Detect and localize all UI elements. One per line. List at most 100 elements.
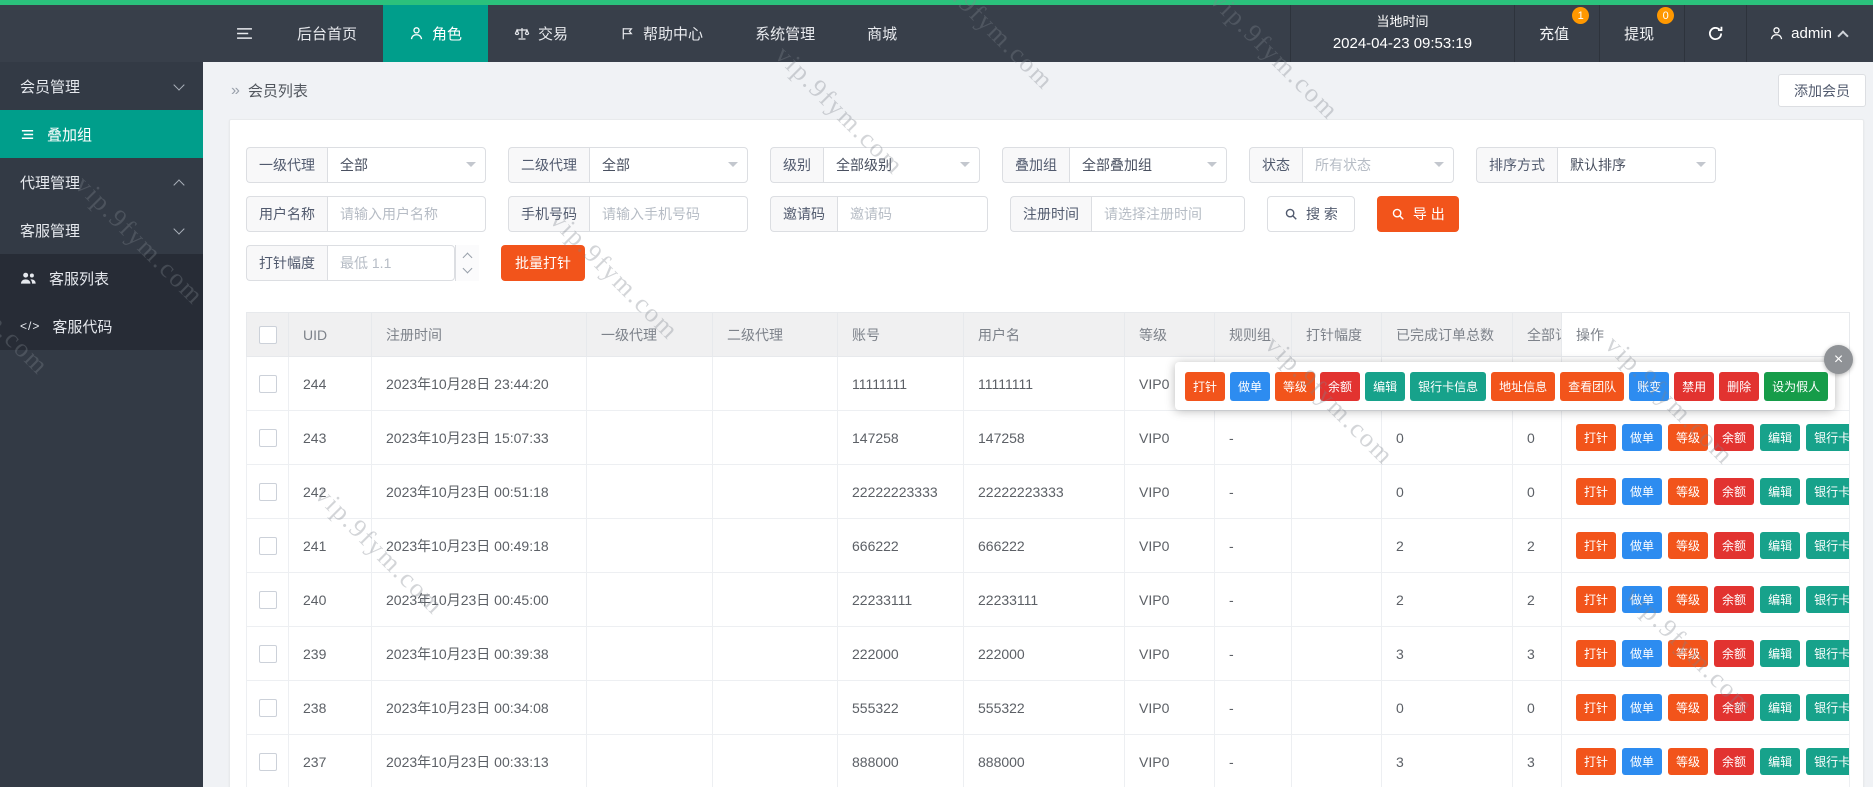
nav-menu-item[interactable]: 后台首页	[271, 0, 383, 62]
popup-action-button[interactable]: 编辑	[1365, 372, 1405, 401]
row-action-button[interactable]: 银行卡信息	[1806, 640, 1849, 667]
nav-menu-item[interactable]: 商城	[841, 0, 923, 62]
row-action-button[interactable]: 等级	[1668, 478, 1708, 505]
row-action-button[interactable]: 银行卡信息	[1806, 694, 1849, 721]
row-action-button[interactable]: 打针	[1576, 694, 1616, 721]
popup-action-button[interactable]: 银行卡信息	[1410, 372, 1486, 401]
row-action-button[interactable]: 余额	[1714, 424, 1754, 451]
row-action-button[interactable]: 余额	[1714, 748, 1754, 775]
row-action-button[interactable]: 余额	[1714, 478, 1754, 505]
row-action-button[interactable]: 做单	[1622, 694, 1662, 721]
row-action-button[interactable]: 余额	[1714, 640, 1754, 667]
row-checkbox[interactable]	[259, 375, 277, 393]
row-action-button[interactable]: 银行卡信息	[1806, 748, 1849, 775]
stepper-down-icon[interactable]	[463, 264, 473, 274]
refresh-button[interactable]	[1684, 0, 1746, 62]
withdraw-button[interactable]: 提现 0	[1599, 0, 1684, 62]
select-all-checkbox[interactable]	[259, 326, 277, 344]
row-action-button[interactable]: 打针	[1576, 424, 1616, 451]
sidebar-item[interactable]: 代理管理	[0, 158, 203, 206]
search-button[interactable]: 搜 索	[1267, 196, 1355, 232]
recharge-button[interactable]: 充值 1	[1514, 0, 1599, 62]
needle-range-input[interactable]: 最低 1.1	[327, 245, 455, 281]
popup-action-button[interactable]: 设为假人	[1764, 372, 1828, 401]
row-action-button[interactable]: 做单	[1622, 640, 1662, 667]
search-button-label: 搜 索	[1306, 204, 1338, 224]
batch-needle-button[interactable]: 批量打针	[501, 245, 585, 281]
row-checkbox[interactable]	[259, 699, 277, 717]
row-action-button[interactable]: 打针	[1576, 586, 1616, 613]
row-action-button[interactable]: 编辑	[1760, 640, 1800, 667]
popup-action-button[interactable]: 账变	[1629, 372, 1669, 401]
row-checkbox[interactable]	[259, 429, 277, 447]
row-action-button[interactable]: 做单	[1622, 532, 1662, 559]
sidebar-item[interactable]: 客服管理	[0, 206, 203, 254]
row-checkbox[interactable]	[259, 753, 277, 771]
row-action-button[interactable]: 做单	[1622, 586, 1662, 613]
popup-action-button[interactable]: 余额	[1320, 372, 1360, 401]
row-action-button[interactable]: 做单	[1622, 478, 1662, 505]
sidebar-item[interactable]: 客服列表	[0, 254, 203, 302]
row-action-button[interactable]: 打针	[1576, 532, 1616, 559]
row-checkbox[interactable]	[259, 591, 277, 609]
popup-action-button[interactable]: 地址信息	[1491, 372, 1555, 401]
sidebar-item[interactable]: 会员管理	[0, 62, 203, 110]
row-action-button[interactable]: 编辑	[1760, 586, 1800, 613]
filter-select[interactable]: 默认排序	[1557, 147, 1716, 183]
filter-input[interactable]: 请选择注册时间	[1091, 196, 1245, 232]
row-action-button[interactable]: 编辑	[1760, 694, 1800, 721]
filter-select[interactable]: 全部叠加组	[1069, 147, 1227, 183]
row-action-button[interactable]: 余额	[1714, 694, 1754, 721]
popup-action-button[interactable]: 查看团队	[1560, 372, 1624, 401]
row-action-button[interactable]: 编辑	[1760, 424, 1800, 451]
filter-input[interactable]: 邀请码	[837, 196, 988, 232]
row-action-button[interactable]: 银行卡信息	[1806, 532, 1849, 559]
nav-menu-item[interactable]: 角色	[383, 0, 488, 62]
row-action-button[interactable]: 做单	[1622, 748, 1662, 775]
row-action-button[interactable]: 编辑	[1760, 748, 1800, 775]
nav-menu-item[interactable]: 帮助中心	[594, 0, 729, 62]
row-action-button[interactable]: 等级	[1668, 424, 1708, 451]
popup-action-button[interactable]: 禁用	[1674, 372, 1714, 401]
row-action-button[interactable]: 余额	[1714, 586, 1754, 613]
nav-menu-item[interactable]: 交易	[488, 0, 594, 62]
popup-close-button[interactable]: ×	[1824, 345, 1853, 374]
row-checkbox[interactable]	[259, 645, 277, 663]
row-action-button[interactable]: 编辑	[1760, 478, 1800, 505]
row-action-button[interactable]: 等级	[1668, 532, 1708, 559]
row-checkbox[interactable]	[259, 537, 277, 555]
export-button[interactable]: 导 出	[1377, 196, 1459, 232]
nav-menu-item[interactable]: 系统管理	[729, 0, 841, 62]
admin-menu[interactable]: admin	[1746, 0, 1873, 62]
row-action-button[interactable]: 等级	[1668, 694, 1708, 721]
row-action-button[interactable]: 余额	[1714, 532, 1754, 559]
row-action-button[interactable]: 做单	[1622, 424, 1662, 451]
row-action-button[interactable]: 银行卡信息	[1806, 586, 1849, 613]
filter-input[interactable]: 请输入用户名称	[327, 196, 486, 232]
add-member-button[interactable]: 添加会员	[1778, 74, 1866, 107]
row-action-button[interactable]: 等级	[1668, 586, 1708, 613]
filter-select[interactable]: 全部	[589, 147, 748, 183]
number-stepper[interactable]	[455, 245, 479, 281]
popup-action-button[interactable]: 等级	[1275, 372, 1315, 401]
row-action-button[interactable]: 打针	[1576, 478, 1616, 505]
filter-select[interactable]: 全部	[327, 147, 486, 183]
stepper-up-icon[interactable]	[463, 253, 473, 263]
row-checkbox[interactable]	[259, 483, 277, 501]
popup-action-button[interactable]: 打针	[1185, 372, 1225, 401]
row-action-button[interactable]: 编辑	[1760, 532, 1800, 559]
filter-input[interactable]: 请输入手机号码	[589, 196, 748, 232]
sidebar-item[interactable]: 叠加组	[0, 110, 203, 158]
sidebar-item[interactable]: </>客服代码	[0, 302, 203, 350]
filter-select[interactable]: 所有状态	[1302, 147, 1454, 183]
popup-action-button[interactable]: 做单	[1230, 372, 1270, 401]
filter-select[interactable]: 全部级别	[823, 147, 980, 183]
row-action-button[interactable]: 打针	[1576, 640, 1616, 667]
popup-action-button[interactable]: 删除	[1719, 372, 1759, 401]
row-action-button[interactable]: 等级	[1668, 748, 1708, 775]
menu-toggle-button[interactable]	[218, 0, 271, 62]
row-action-button[interactable]: 等级	[1668, 640, 1708, 667]
row-action-button[interactable]: 打针	[1576, 748, 1616, 775]
row-action-button[interactable]: 银行卡信息	[1806, 424, 1849, 451]
row-action-button[interactable]: 银行卡信息	[1806, 478, 1849, 505]
